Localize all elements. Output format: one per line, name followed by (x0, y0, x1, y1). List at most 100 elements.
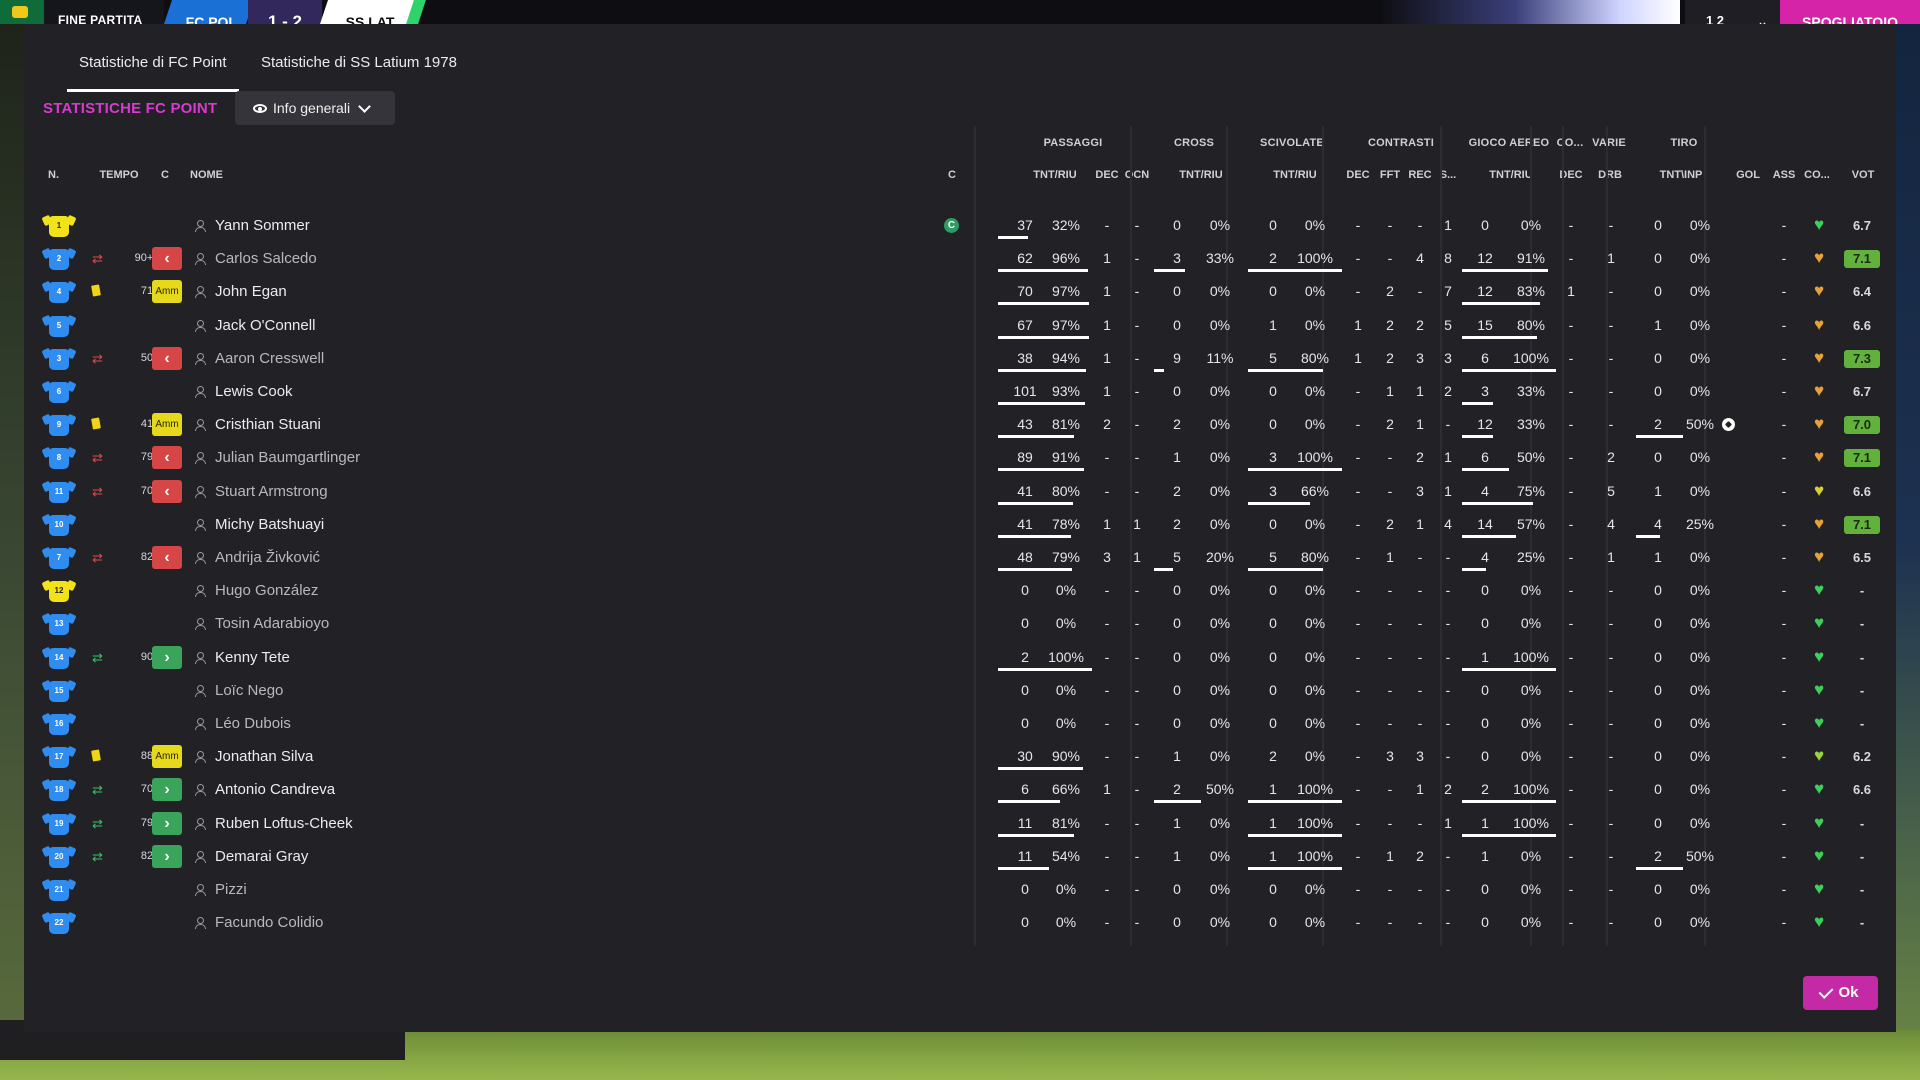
table-row[interactable]: 12 Hugo González 0 0% - - 0 0% 0 0% - - - - 0 0% - - 0 0% - ♥… (24, 574, 1864, 607)
tab-ss-latium[interactable]: Statistiche di SS Latium 1978 (261, 54, 457, 88)
contrasti-rec: 3 (1416, 349, 1424, 366)
status-badge: ‹ (152, 479, 182, 503)
col-header-con-fft[interactable]: FFT (1378, 169, 1402, 181)
col-header-aereo-tnt[interactable]: TNT/RIU (1464, 169, 1558, 181)
col-header-pass-ocn[interactable]: OCN (1122, 169, 1152, 181)
player-name[interactable]: Lewis Cook (215, 375, 293, 408)
view-selector-dropdown[interactable]: Info generali (235, 91, 395, 125)
table-row[interactable]: 11 ⇄ 70 ‹ Stuart Armstrong 41 80% - -2 0% 3 66% - -3 1… (24, 475, 1871, 508)
contrasti-dec: - (1355, 582, 1361, 599)
table-row[interactable]: 3 ⇄ 50 ‹ Aaron Cresswell 38 94% 1-9 11% 5 80% 1 2 3 3 6… (24, 342, 1880, 375)
percent-bar (1154, 568, 1173, 571)
tab-fc-point[interactable]: Statistiche di FC Point (67, 54, 239, 92)
player-name[interactable]: Demarai Gray (215, 840, 308, 873)
contrasti-s: 1 (1444, 482, 1452, 499)
table-row[interactable]: 8 ⇄ 79 ‹ Julian Baumgartlinger 89 91% - -1 0% 3 100… (24, 441, 1880, 474)
table-row[interactable]: 9 41 Amm Cristhian Stuani 43 81% 2-2 0% 0 0% -2 1-1… (24, 408, 1880, 441)
player-name[interactable]: Loïc Nego (215, 674, 283, 707)
col-header-vote[interactable]: VOT (1846, 169, 1880, 181)
shots: 0 (1654, 715, 1662, 731)
col-header-con-rec[interactable]: REC (1408, 169, 1432, 181)
table-row[interactable]: 7 ⇄ 82 ‹ Andrija Živković 48 79% 3 1 5 20% 5 80% -1- -… (24, 541, 1871, 574)
player-name[interactable]: Hugo González (215, 574, 318, 607)
player-name[interactable]: Léo Dubois (215, 707, 291, 740)
player-name[interactable]: Carlos Salcedo (215, 242, 317, 275)
col-header-cross-tnt[interactable]: TNT/RIU (1154, 169, 1248, 181)
player-name[interactable]: Antonio Candreva (215, 773, 335, 806)
col-header-c[interactable]: C (155, 169, 175, 181)
col-header-varie-drb[interactable]: DRB (1592, 169, 1628, 181)
table-row[interactable]: 2 ⇄ 90+1 ‹ Carlos Salcedo 62 96% 1-3 33% 2 100% - -4… (24, 242, 1880, 275)
player-name[interactable]: Cristhian Stuani (215, 408, 321, 441)
table-row[interactable]: 20 ⇄ 82 › Demarai Gray 11 54% - -1 0% 1 100% -1 2-1 0%… (24, 840, 1864, 873)
col-header-con-dec[interactable]: DEC (1346, 169, 1370, 181)
cross-percent: 20% (1205, 549, 1235, 565)
player-name[interactable]: Michy Batshuayi (215, 508, 324, 541)
player-name[interactable]: Tosin Adarabioyo (215, 607, 329, 640)
dressing-room-button[interactable]: SPOGLIATOIO (1780, 0, 1920, 24)
table-row[interactable]: 13 Tosin Adarabioyo 0 0% - - 0 0% 0 0% - - - - 0 0% - - 0 0… (24, 607, 1864, 640)
player-name[interactable]: Aaron Cresswell (215, 342, 324, 375)
player-name[interactable]: Yann Sommer (215, 209, 310, 242)
col-header-number[interactable]: N. (48, 169, 59, 181)
chevron-down-icon[interactable]: ⌄ (1745, 0, 1780, 24)
player-name[interactable]: Pizzi (215, 873, 247, 906)
shirt-icon: 13 (46, 611, 72, 636)
col-header-name[interactable]: NOME (190, 169, 223, 181)
contrasti-dec: - (1355, 715, 1361, 731)
table-row[interactable]: 10 Michy Batshuayi 41 78% 1 1 2 0% 0 0% -2 1 4 14 57% -… (24, 508, 1880, 541)
table-row[interactable]: 22 Facundo Colidio 0 0% - - 0 0% 0 0% - - - - 0 0% - - 0 0%… (24, 906, 1864, 939)
contrasti-s: - (1445, 416, 1451, 433)
tackle-attempts: 2 (1269, 748, 1277, 765)
view-selector-label: Info generali (273, 100, 351, 116)
col-header-pass-tnt[interactable]: TNT/RIU (1010, 169, 1100, 181)
table-row[interactable]: 14 ⇄ 90 › Kenny Tete 2 100% - -0 0% 0 0% - - - -1 100% - -… (24, 641, 1864, 674)
score-toggle-button[interactable]: 1 2 (1685, 0, 1745, 24)
table-row[interactable]: 16 Léo Dubois 0 0% - - 0 0% 0 0% - - - - 0 0% - - 0 0% - ♥ - (24, 707, 1864, 740)
player-name[interactable]: Jack O'Connell (215, 309, 315, 342)
co-dec: - (1568, 250, 1574, 267)
player-name[interactable]: Jonathan Silva (215, 740, 313, 773)
col-header-condition[interactable]: CO... (1800, 169, 1834, 181)
player-name[interactable]: Stuart Armstrong (215, 475, 328, 508)
player-name[interactable]: Facundo Colidio (215, 906, 323, 939)
cross-attempts: 0 (1173, 582, 1181, 599)
percent-bar (1248, 800, 1342, 804)
co-dec: - (1568, 681, 1574, 698)
match-topbar: FINE PARTITA FC POI 1 - 2 SS LAT 1 2 ⌄ S… (0, 0, 1920, 24)
player-name[interactable]: Kenny Tete (215, 641, 290, 674)
percent-bar (998, 833, 1074, 837)
cross-percent: 0% (1209, 383, 1231, 399)
table-row[interactable]: 4 71 Amm John Egan 70 97% 1-0 0% 0 0% -2-7 12 83% 1-0… (24, 275, 1871, 308)
tackle-percent: 0% (1304, 515, 1326, 532)
player-name[interactable]: Ruben Loftus-Cheek (215, 807, 353, 840)
col-header-sciv-tnt[interactable]: TNT/RIU (1248, 169, 1342, 181)
table-row[interactable]: 17 88 Amm Jonathan Silva 30 90% - -1 0% 2 0% -3 3-0 0… (24, 740, 1871, 773)
table-row[interactable]: 18 ⇄ 70 › Antonio Candreva 6 66% 1-2 50% 1 100% - -1… (24, 773, 1871, 806)
col-header-captain[interactable]: C (944, 169, 960, 181)
captain-badge: C (944, 218, 959, 233)
percent-bar (1248, 866, 1342, 870)
table-row[interactable]: 21 Pizzi 0 0% - - 0 0% 0 0% - - - - 0 0% - - 0 0% - ♥ - (24, 873, 1864, 906)
table-row[interactable]: 15 Loïc Nego 0 0% - - 0 0% 0 0% - - - - 0 0% - - 0 0% - ♥ - (24, 674, 1864, 707)
tackle-percent: 0% (1304, 681, 1326, 698)
table-row[interactable]: 6 Lewis Cook 101 93% 1-0 0% 0 0% -1 1 2 3 33% - -0 0% - ♥… (24, 375, 1871, 408)
table-row[interactable]: 1 Yann Sommer C 37 32% - -0 0% 0 0% - - -1 0 0% - -0 0% - ♥… (24, 209, 1871, 242)
contrasti-fft: 1 (1386, 847, 1394, 864)
player-name[interactable]: Julian Baumgartlinger (215, 441, 360, 474)
player-name[interactable]: Andrija Živković (215, 541, 320, 574)
col-header-tempo[interactable]: TEMPO (94, 169, 144, 181)
table-row[interactable]: 5 Jack O'Connell 67 97% 1-0 0% 1 0% 1 2 2 5 15 80% - -1… (24, 309, 1871, 342)
shirt-number: 10 (54, 519, 64, 529)
ok-button[interactable]: Ok (1803, 976, 1878, 1010)
player-name[interactable]: John Egan (215, 275, 287, 308)
col-header-tiro-tnt[interactable]: TNT\INP (1634, 169, 1728, 181)
col-header-gol[interactable]: GOL (1734, 169, 1762, 181)
person-icon (195, 485, 206, 498)
col-header-pass-dec[interactable]: DEC (1092, 169, 1122, 181)
cross-attempts: 0 (1173, 383, 1181, 399)
co-dec: - (1568, 217, 1574, 233)
col-header-ass[interactable]: ASS (1770, 169, 1798, 181)
table-row[interactable]: 19 ⇄ 79 › Ruben Loftus-Cheek 11 81% - -1 0% 1 100% -… (24, 807, 1864, 840)
shots: 0 (1654, 681, 1662, 698)
